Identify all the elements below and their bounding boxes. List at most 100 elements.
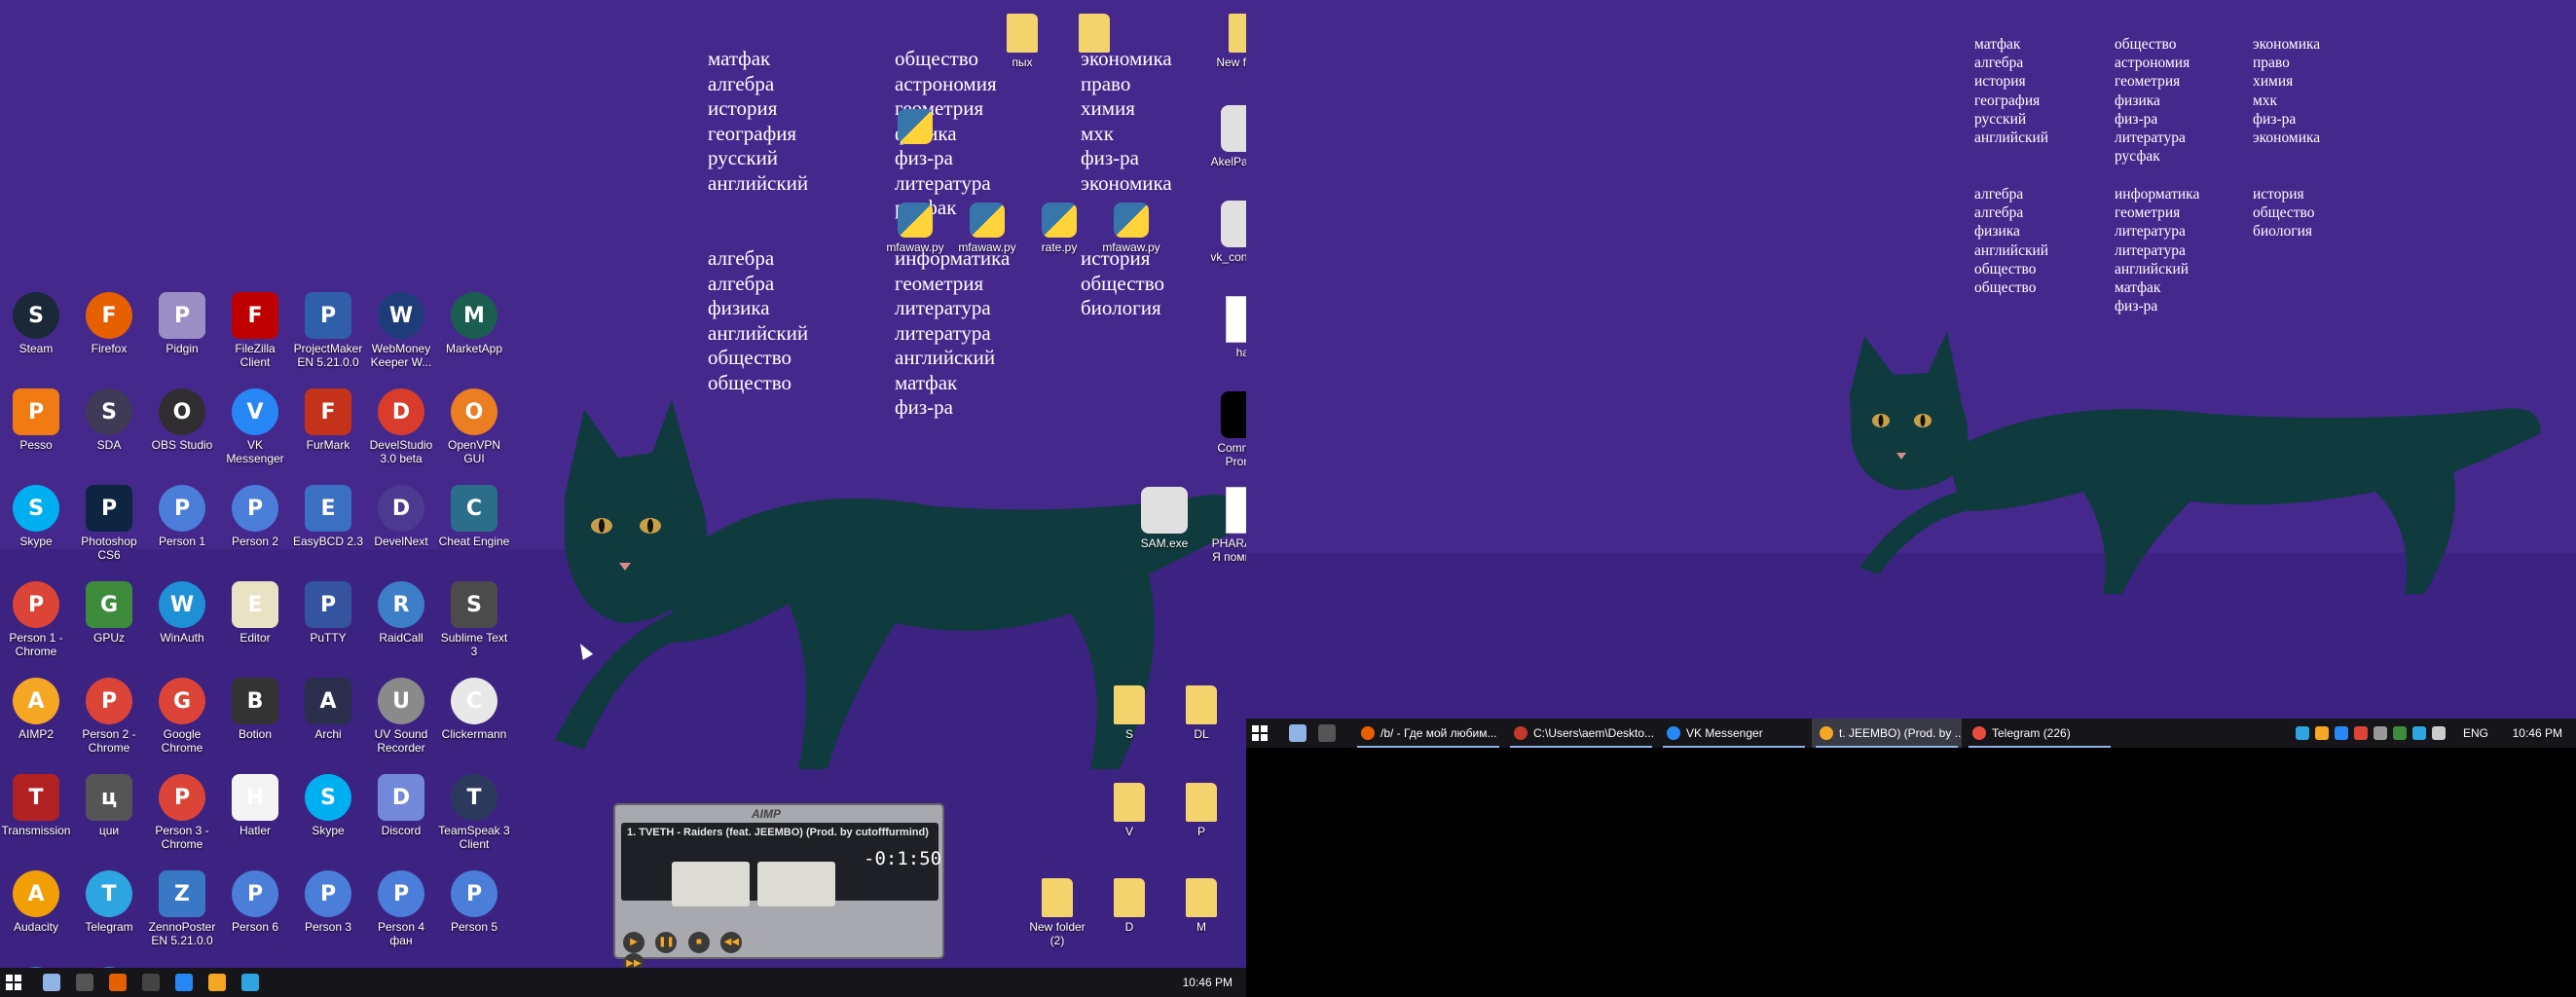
desktop-folder[interactable]: D [1093, 874, 1165, 934]
desktop-shortcut[interactable]: P ProjectMaker EN 5.21.0.0 [292, 292, 364, 369]
desktop-shortcut[interactable]: D DevelNext [365, 485, 437, 548]
tray-aimp-icon[interactable] [2315, 726, 2329, 740]
desktop-shortcut[interactable]: T Transmission [0, 774, 72, 837]
desktop-shortcut[interactable]: F Firefox [73, 292, 145, 355]
desktop-file[interactable]: SAM.exe [1128, 487, 1200, 550]
desktop-file[interactable]: vk_config.v... [1208, 201, 1246, 264]
python-script-file[interactable]: mfawaw.py [951, 203, 1023, 254]
desktop-folder[interactable]: S [1093, 682, 1165, 741]
desktop-shortcut[interactable]: F FileZilla Client [219, 292, 291, 369]
desktop-shortcut[interactable]: P Person 1 [146, 485, 218, 548]
desktop-shortcut[interactable]: P PuTTY [292, 581, 364, 645]
desktop-folder[interactable]: M [1165, 874, 1237, 934]
stop-icon[interactable]: ■ [687, 932, 710, 953]
desktop-shortcut[interactable]: A AIMP2 [0, 678, 72, 741]
desktop-shortcut[interactable]: P Person 2 - Chrome [73, 678, 145, 755]
desktop-shortcut[interactable]: E Editor [219, 581, 291, 645]
python-script-file[interactable]: mfawaw.py [879, 203, 951, 254]
desktop-shortcut[interactable]: H Hatler [219, 774, 291, 837]
desktop-shortcut[interactable]: S SDA [73, 388, 145, 452]
python-script-file[interactable] [879, 109, 951, 147]
desktop-shortcut[interactable]: M MarketApp [438, 292, 510, 355]
desktop-shortcut[interactable]: W WinAuth [146, 581, 218, 645]
pause-icon[interactable]: ❚❚ [655, 932, 678, 953]
desktop-shortcut[interactable]: P Person 6 [219, 870, 291, 934]
tray-volume-icon[interactable] [2374, 726, 2387, 740]
desktop-shortcut[interactable]: S Skype [0, 485, 72, 548]
desktop-shortcut[interactable]: D DevelStudio 3.0 beta [365, 388, 437, 465]
desktop-shortcut[interactable]: F FurMark [292, 388, 364, 452]
desktop-shortcut[interactable]: T TeamSpeak 3 Client [438, 774, 510, 851]
desktop-file[interactable]: hat [1208, 296, 1246, 359]
desktop-file[interactable]: пых [986, 10, 1058, 69]
taskbar-window-button[interactable]: /b/ - Где мой любим... [1353, 719, 1503, 748]
desktop-shortcut[interactable]: P Pidgin [146, 292, 218, 355]
taskbar-window-button[interactable]: t. JEEMBO) (Prod. by ... [1812, 719, 1962, 748]
task-view-icon[interactable] [1318, 724, 1336, 742]
desktop-shortcut[interactable]: A Archi [292, 678, 364, 741]
taskbar-window-button[interactable]: C:\Users\aem\Deskto... [1506, 719, 1656, 748]
tray-vk-icon[interactable] [2335, 726, 2348, 740]
desktop-shortcut[interactable]: P Person 3 [292, 870, 364, 934]
desktop-shortcut[interactable]: O OBS Studio [146, 388, 218, 452]
telegram-icon[interactable] [241, 974, 259, 991]
desktop-shortcut[interactable]: S Sublime Text 3 [438, 581, 510, 658]
desktop-shortcut[interactable]: U UV Sound Recorder [365, 678, 437, 755]
desktop-shortcut[interactable]: P Person 4 фан [365, 870, 437, 947]
desktop-shortcut[interactable]: A Audacity [0, 870, 72, 934]
desktop-file[interactable]: AkelPad-4.... [1208, 105, 1246, 168]
firefox-icon[interactable] [109, 974, 127, 991]
desktop-shortcut[interactable]: O OpenVPN GUI [438, 388, 510, 465]
desktop-shortcut[interactable]: Z ZennoPoster EN 5.21.0.0 [146, 870, 218, 947]
desktop-shortcut[interactable]: C Clickermann [438, 678, 510, 741]
tray-telegram-icon[interactable] [2412, 726, 2426, 740]
file-explorer-icon[interactable] [43, 974, 60, 991]
left-taskbar-clock[interactable]: 10:46 PM [1183, 976, 1233, 989]
desktop-file[interactable]: PHARAOH - Я помню, ... [1208, 487, 1246, 564]
taskbar-window-button[interactable]: VK Messenger [1659, 719, 1809, 748]
desktop-folder[interactable]: V [1093, 779, 1165, 838]
desktop-shortcut[interactable]: G Google Chrome [146, 678, 218, 755]
desktop-shortcut[interactable]: W WebMoney Keeper W... [365, 292, 437, 369]
desktop-shortcut[interactable]: P Person 5 [438, 870, 510, 934]
desktop-shortcut[interactable]: S Skype [292, 774, 364, 837]
desktop-shortcut[interactable]: D Discord [365, 774, 437, 837]
file-explorer-icon[interactable] [1289, 724, 1306, 742]
play-icon[interactable]: ▶ [623, 932, 644, 953]
tray-chrome-icon[interactable] [2354, 726, 2368, 740]
desktop-file[interactable]: Command Prompt [1208, 391, 1246, 468]
terminal-icon[interactable] [142, 974, 160, 991]
previous-icon[interactable]: ◀◀ [720, 932, 743, 953]
desktop-shortcut[interactable]: E EasyBCD 2.3 [292, 485, 364, 548]
tray-settings-icon[interactable] [2296, 726, 2309, 740]
desktop-folder[interactable]: P [1165, 779, 1237, 838]
desktop-shortcut[interactable]: S Steam [0, 292, 72, 355]
aimp-icon[interactable] [208, 974, 226, 991]
windows-start-icon[interactable] [1252, 725, 1268, 741]
python-script-file[interactable]: rate.py [1023, 203, 1095, 254]
desktop-shortcut[interactable]: P Person 3 - Chrome [146, 774, 218, 851]
aimp-player-window[interactable]: AIMP 1. TVETH - Raiders (feat. JEEMBO) (… [613, 803, 944, 975]
desktop-folder[interactable]: DL [1165, 682, 1237, 741]
desktop-shortcut[interactable]: P Person 1 - Chrome [0, 581, 72, 658]
desktop-shortcut[interactable]: P Pesso [0, 388, 72, 452]
desktop-shortcut[interactable]: ц цuи [73, 774, 145, 837]
taskbar-window-button[interactable]: Telegram (226) [1965, 719, 2115, 748]
windows-start-icon[interactable] [6, 975, 21, 990]
desktop-shortcut[interactable]: C Cheat Engine [438, 485, 510, 548]
desktop-file[interactable] [1058, 10, 1130, 55]
desktop-shortcut[interactable]: P Person 2 [219, 485, 291, 548]
desktop-file[interactable]: New folder [1208, 10, 1246, 69]
right-taskbar-clock[interactable]: 10:46 PM [2513, 726, 2562, 740]
desktop-shortcut[interactable]: T Telegram [73, 870, 145, 934]
desktop-folder[interactable]: New folder (2) [1021, 874, 1093, 947]
desktop-shortcut[interactable]: B Botion [219, 678, 291, 741]
language-indicator[interactable]: ENG [2463, 726, 2488, 740]
desktop-shortcut[interactable]: G GPUz [73, 581, 145, 645]
vk-icon[interactable] [175, 974, 193, 991]
python-script-file[interactable]: mfawaw.py [1095, 203, 1167, 254]
task-view-icon[interactable] [76, 974, 93, 991]
tray-battery-icon[interactable] [2432, 726, 2446, 740]
desktop-shortcut[interactable]: P Photoshop CS6 [73, 485, 145, 562]
tray-network-icon[interactable] [2393, 726, 2407, 740]
